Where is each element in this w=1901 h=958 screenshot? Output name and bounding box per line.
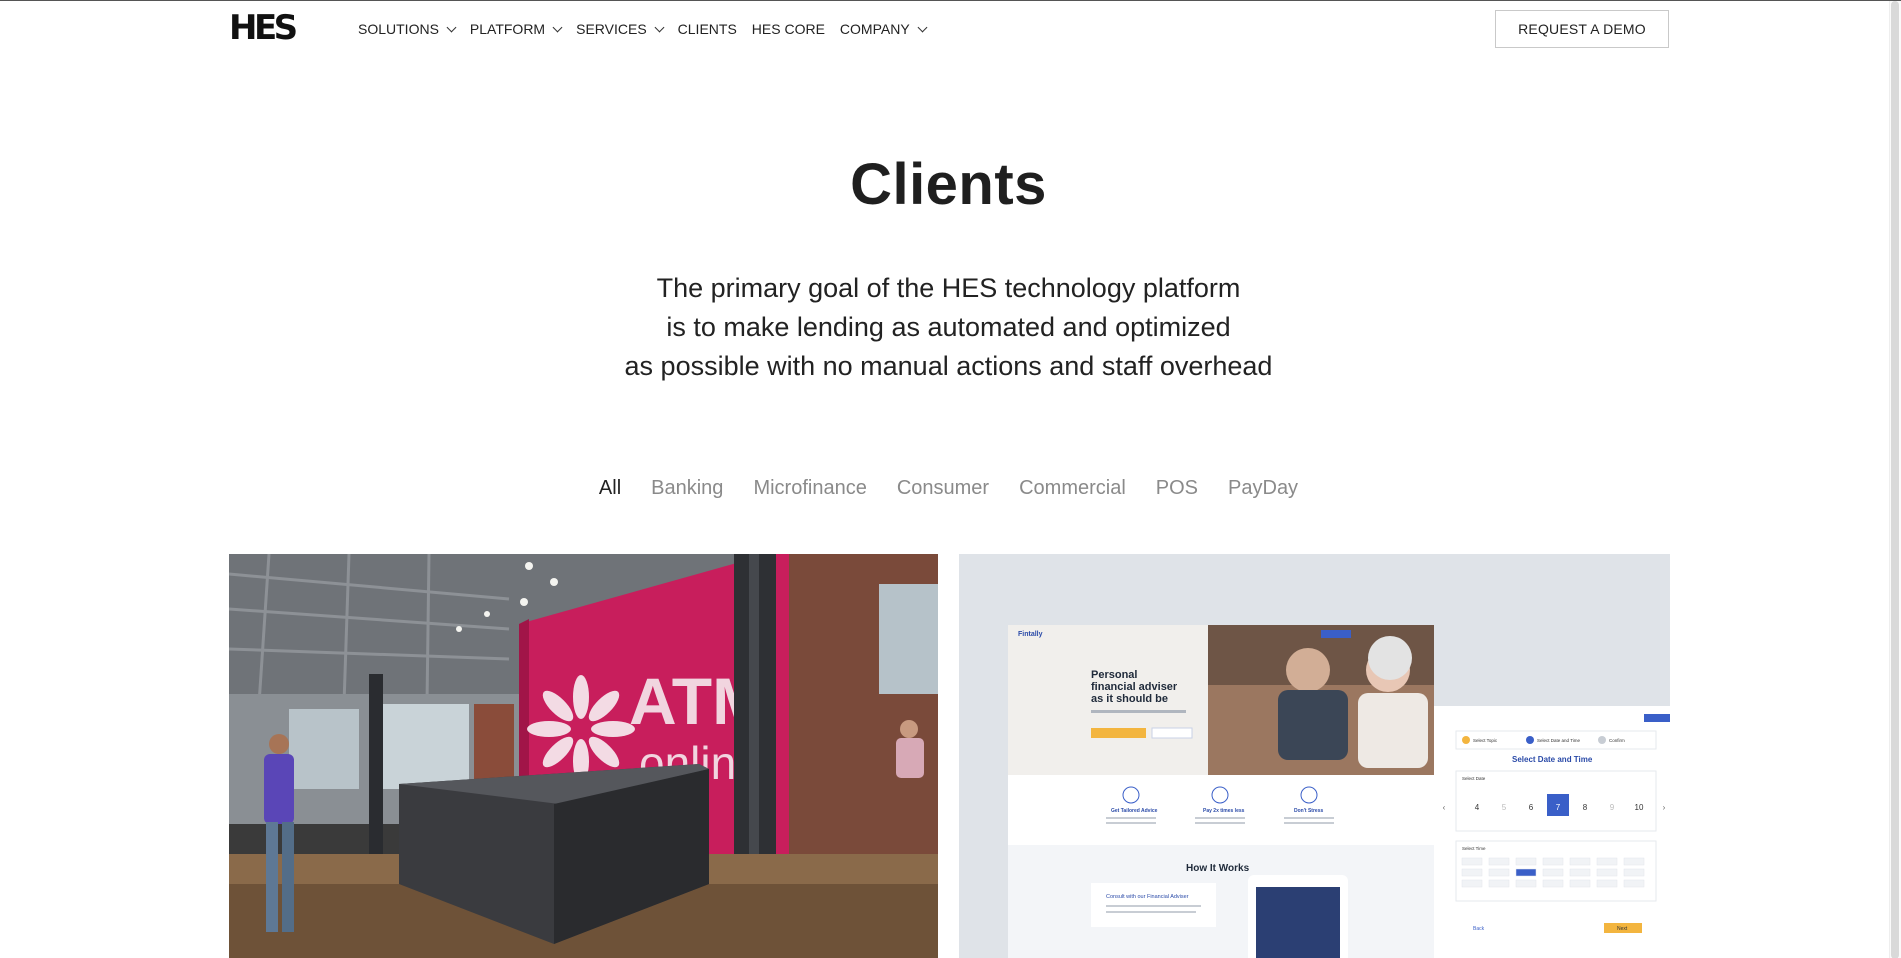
nav-hes-core[interactable]: HES CORE — [752, 19, 825, 39]
mock-step-2: Select Date and Time — [1537, 738, 1581, 743]
mock-step-3: Confirm — [1609, 738, 1625, 743]
mock-hero-line3: as it should be — [1091, 693, 1168, 705]
scrollbar-thumb[interactable] — [1891, 1, 1899, 958]
mock-date-9: 9 — [1610, 803, 1615, 812]
mock-select-date: Select Date — [1462, 776, 1486, 781]
filter-microfinance[interactable]: Microfinance — [753, 474, 866, 502]
chevron-down-icon — [446, 22, 457, 32]
nav-platform[interactable]: PLATFORM — [469, 19, 563, 39]
subtitle-line: as possible with no manual actions and s… — [624, 351, 1273, 381]
chevron-down-icon — [552, 22, 563, 32]
filter-payday[interactable]: PayDay — [1228, 474, 1298, 502]
mock-next: Next — [1617, 926, 1628, 932]
nav-label: SOLUTIONS — [358, 21, 439, 37]
mock-date-6: 6 — [1529, 803, 1534, 812]
nav-clients[interactable]: CLIENTS — [678, 19, 737, 39]
filter-all[interactable]: All — [599, 474, 621, 502]
page-title: Clients — [850, 152, 1047, 217]
mock-date-5: 5 — [1502, 803, 1507, 812]
filter-consumer[interactable]: Consumer — [897, 474, 989, 502]
mock-brand: Fintally — [1018, 631, 1043, 638]
website-mockup-screenshot: Fintally Personal financial adviser as i… — [959, 554, 1670, 958]
chevron-down-icon — [654, 22, 665, 32]
mock-hero-line1: Personal — [1091, 669, 1137, 681]
nav-label: PLATFORM — [469, 21, 546, 37]
site-header: HES SOLUTIONS PLATFORM SERVICES CLIENTS … — [0, 1, 1889, 57]
mock-select-time: Select Time — [1462, 846, 1486, 851]
office-reception-photo: ATM online — [229, 554, 938, 958]
page-scrollbar[interactable] — [1889, 1, 1901, 958]
nav-label: CLIENTS — [677, 21, 737, 37]
subtitle-line: The primary goal of the HES technology p… — [656, 273, 1241, 303]
nav-label: SERVICES — [576, 21, 647, 37]
client-card-atm-online[interactable]: ATM online — [229, 554, 938, 958]
mock-feature-1: Get Tailored Advice — [1111, 808, 1158, 814]
page-subtitle: The primary goal of the HES technology p… — [0, 269, 1897, 386]
svg-text:‹: ‹ — [1443, 803, 1446, 812]
nav-company[interactable]: COMPANY — [839, 19, 928, 39]
mock-date-10: 10 — [1635, 803, 1644, 812]
mock-how-it-works: How It Works — [1186, 863, 1250, 874]
chevron-down-icon — [917, 22, 928, 32]
nav-label: HES CORE — [751, 21, 825, 37]
mock-back: Back — [1473, 926, 1485, 932]
mock-schedule-title: Select Date and Time — [1512, 755, 1593, 764]
mock-step-1: Select Topic — [1473, 738, 1498, 743]
filter-commercial[interactable]: Commercial — [1019, 474, 1126, 502]
filter-banking[interactable]: Banking — [651, 474, 723, 502]
mock-date-4: 4 — [1475, 803, 1480, 812]
nav-solutions[interactable]: SOLUTIONS — [358, 19, 457, 39]
filter-pos[interactable]: POS — [1156, 474, 1198, 502]
mock-feature-2: Pay 2x times less — [1203, 808, 1245, 814]
hes-logo[interactable]: HES — [229, 9, 298, 47]
mock-hero-line2: financial adviser — [1091, 681, 1178, 693]
mock-consult: Consult with our Financial Adviser — [1106, 894, 1189, 900]
mock-date-7: 7 — [1556, 803, 1561, 812]
mock-feature-3: Don't Stress — [1294, 808, 1323, 814]
request-demo-button[interactable]: REQUEST A DEMO — [1495, 10, 1669, 48]
category-filters: All Banking Microfinance Consumer Commer… — [0, 474, 1897, 502]
mock-date-8: 8 — [1583, 803, 1588, 812]
nav-label: COMPANY — [839, 21, 910, 37]
svg-text:›: › — [1663, 803, 1666, 812]
subtitle-line: is to make lending as automated and opti… — [666, 312, 1231, 342]
main-nav: SOLUTIONS PLATFORM SERVICES CLIENTS HES … — [358, 19, 941, 39]
client-card-fintally[interactable]: Fintally Personal financial adviser as i… — [959, 554, 1670, 958]
nav-services[interactable]: SERVICES — [576, 19, 665, 39]
